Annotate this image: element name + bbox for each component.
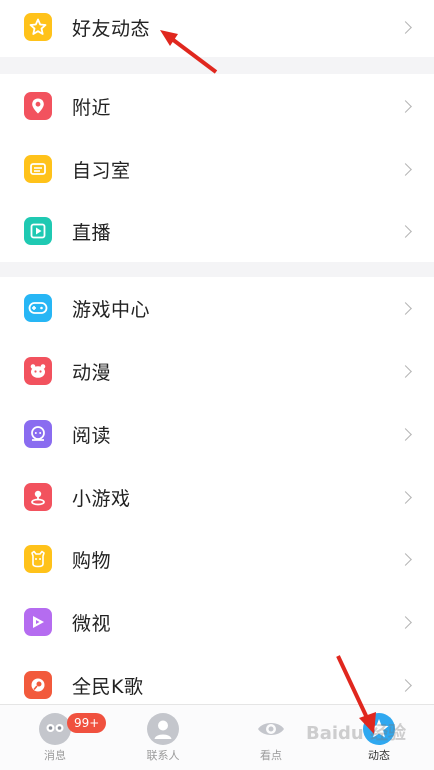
menu-group-friends: 好友动态	[0, 0, 434, 57]
chevron-right-icon	[399, 20, 412, 34]
tab-label: 看点	[260, 749, 282, 762]
menu-item-nearby[interactable]: 附近	[0, 75, 434, 137]
eye-icon	[255, 713, 287, 745]
location-pin-icon	[24, 92, 52, 120]
anime-icon	[24, 357, 52, 385]
menu-item-label: 直播	[72, 221, 112, 244]
chevron-right-icon	[399, 301, 412, 315]
star-icon	[24, 13, 52, 41]
menu-group-local: 附近 自习室 直播	[0, 74, 434, 262]
menu-item-weishi[interactable]: 微视	[0, 591, 434, 653]
menu-item-label: 小游戏	[72, 487, 131, 510]
menu-item-label: 好友动态	[72, 17, 151, 40]
menu-item-label: 阅读	[72, 424, 112, 447]
chevron-right-icon	[399, 427, 412, 441]
tab-label: 动态	[368, 749, 390, 762]
menu-item-label: 微视	[72, 612, 112, 635]
menu-item-mini-games[interactable]: 小游戏	[0, 466, 434, 528]
karaoke-icon	[24, 671, 52, 699]
menu-item-label: 游戏中心	[72, 298, 151, 321]
joystick-icon	[24, 483, 52, 511]
watermark: Baidu 经验	[306, 723, 407, 744]
chevron-right-icon	[399, 162, 412, 176]
menu-item-label: 动漫	[72, 361, 112, 384]
chevron-right-icon	[399, 678, 412, 692]
menu-item-shopping[interactable]: 购物	[0, 528, 434, 590]
menu-item-label: 附近	[72, 96, 112, 119]
tab-label: 消息	[44, 749, 66, 762]
chevron-right-icon	[399, 552, 412, 566]
shopping-icon	[24, 545, 52, 573]
live-icon	[24, 217, 52, 245]
menu-item-label: 购物	[72, 549, 112, 572]
contacts-icon	[147, 713, 179, 745]
chevron-right-icon	[399, 615, 412, 629]
weishi-icon	[24, 608, 52, 636]
reading-icon	[24, 420, 52, 448]
menu-item-game-center[interactable]: 游戏中心	[0, 277, 434, 339]
study-room-icon	[24, 155, 52, 183]
chevron-right-icon	[399, 99, 412, 113]
menu-item-reading[interactable]: 阅读	[0, 403, 434, 465]
chevron-right-icon	[399, 490, 412, 504]
tab-contacts[interactable]: 联系人	[113, 705, 213, 770]
messages-icon	[39, 713, 71, 745]
menu-item-friend-feed[interactable]: 好友动态	[0, 0, 434, 58]
tab-label: 联系人	[146, 749, 180, 762]
menu-item-anime[interactable]: 动漫	[0, 340, 434, 402]
menu-item-label: 自习室	[72, 159, 131, 182]
menu-item-study-room[interactable]: 自习室	[0, 138, 434, 200]
chevron-right-icon	[399, 364, 412, 378]
menu-item-label: 全民K歌	[72, 675, 144, 698]
unread-badge: 99+	[67, 713, 107, 733]
menu-item-live[interactable]: 直播	[0, 200, 434, 262]
tab-messages[interactable]: 消息 99+	[5, 705, 107, 770]
menu-group-entertainment: 游戏中心 动漫 阅读 小游戏 购物 微视 全民K歌	[0, 277, 434, 704]
gamepad-icon	[24, 294, 52, 322]
chevron-right-icon	[399, 224, 412, 238]
